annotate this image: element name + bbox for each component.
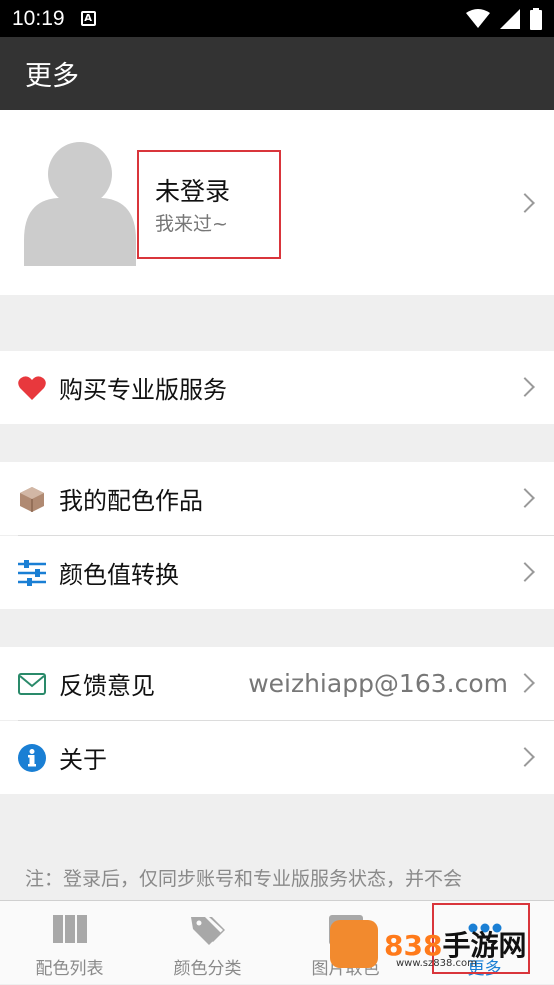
tab-label: 颜色分类 <box>173 959 242 979</box>
tab-color-list[interactable]: 配色列表 <box>0 901 139 985</box>
chevron-right-icon <box>515 562 535 582</box>
chevron-right-icon <box>515 673 535 693</box>
tab-label: 配色列表 <box>35 959 104 979</box>
mail-icon <box>18 670 46 698</box>
buy-pro-item[interactable]: 购买专业版服务 <box>0 351 554 424</box>
avatar <box>24 142 136 266</box>
status-time: 10:19 <box>12 6 65 30</box>
signal-icon <box>500 8 520 29</box>
about-label: 关于 <box>59 746 107 774</box>
wifi-icon <box>466 8 490 28</box>
a-icon: A <box>80 11 96 26</box>
buy-pro-label: 购买专业版服务 <box>59 376 227 404</box>
my-works-item[interactable]: 我的配色作品 <box>0 462 554 535</box>
feedback-email: weizhiapp@163.com <box>248 669 508 698</box>
box-icon <box>18 485 46 513</box>
battery-icon <box>530 7 542 30</box>
watermark: 838手游网 www.sz838.com <box>330 920 530 972</box>
chevron-right-icon <box>515 747 535 767</box>
color-convert-label: 颜色值转换 <box>59 561 179 589</box>
login-subtitle: 我来过~ <box>155 213 228 235</box>
watermark-logo <box>330 920 378 968</box>
profile-card[interactable]: 未登录 我来过~ <box>0 110 554 295</box>
login-status: 未登录 <box>155 177 231 206</box>
sync-note: 注：登录后，仅同步账号和专业版服务状态，并不会 <box>25 868 463 890</box>
page-title: 更多 <box>25 61 79 92</box>
app-bar: 更多 <box>0 37 554 110</box>
feedback-item[interactable]: 反馈意见 weizhiapp@163.com <box>0 647 554 720</box>
heart-icon <box>18 374 46 402</box>
tags-icon <box>190 917 225 945</box>
status-bar: 10:19 A <box>0 0 554 37</box>
chevron-right-icon <box>515 193 535 213</box>
tab-color-category[interactable]: 颜色分类 <box>138 901 277 985</box>
info-icon <box>18 743 46 772</box>
chevron-right-icon <box>515 377 535 397</box>
status-icons <box>466 7 542 30</box>
my-works-label: 我的配色作品 <box>59 487 203 515</box>
feedback-label: 反馈意见 <box>59 672 155 700</box>
about-item[interactable]: 关于 <box>0 721 554 794</box>
chevron-right-icon <box>515 488 535 508</box>
color-convert-item[interactable]: 颜色值转换 <box>0 536 554 609</box>
grid-icon <box>52 915 87 943</box>
watermark-url: www.sz838.com <box>396 958 477 969</box>
sliders-icon <box>18 559 46 587</box>
